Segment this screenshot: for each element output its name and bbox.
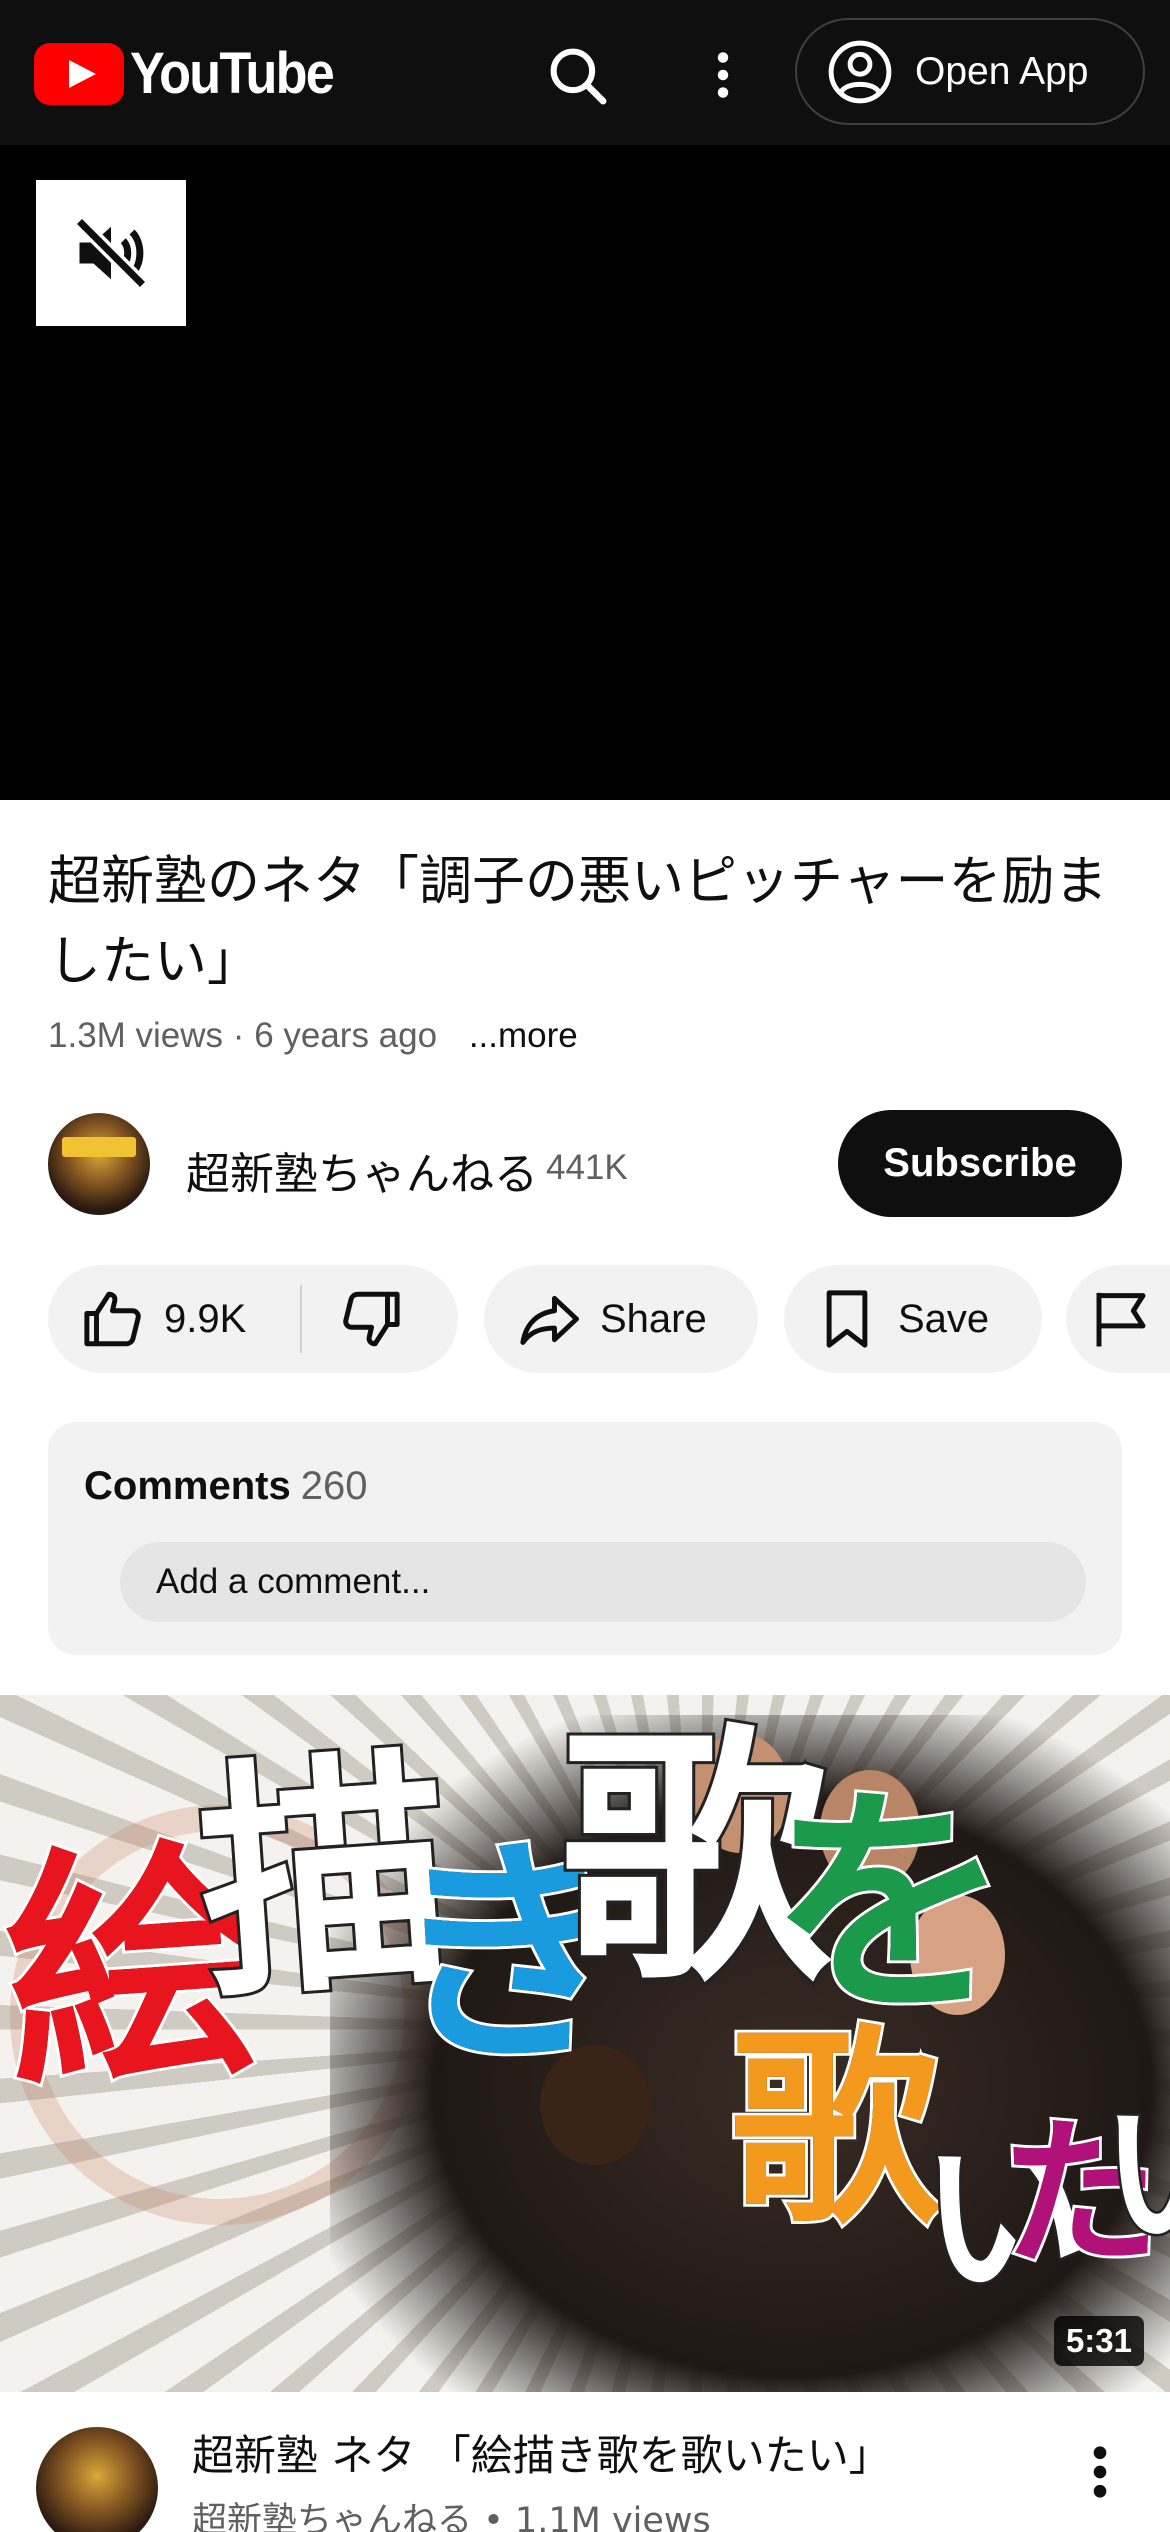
video-player[interactable] bbox=[0, 145, 1170, 800]
more-options-button[interactable] bbox=[678, 30, 768, 120]
comments-label: Comments bbox=[84, 1464, 291, 1508]
youtube-logo-text: YouTube bbox=[130, 41, 335, 106]
like-count: 9.9K bbox=[164, 1296, 247, 1341]
more-vert-icon bbox=[717, 52, 729, 98]
save-label: Save bbox=[898, 1296, 990, 1341]
open-app-label: Open App bbox=[915, 49, 1089, 93]
channel-avatar[interactable] bbox=[48, 1113, 150, 1215]
subscriber-count: 441K bbox=[546, 1148, 628, 1187]
share-icon bbox=[520, 1295, 579, 1345]
subscribe-button[interactable]: Subscribe bbox=[838, 1110, 1122, 1217]
share-label: Share bbox=[600, 1296, 707, 1341]
upload-age: 6 years ago bbox=[254, 1016, 438, 1055]
report-button[interactable] bbox=[1066, 1265, 1170, 1373]
more-vert-icon bbox=[1093, 2446, 1107, 2498]
save-button[interactable]: Save bbox=[784, 1265, 1042, 1373]
flag-icon bbox=[1096, 1292, 1146, 1347]
volume-off-icon bbox=[74, 216, 148, 290]
action-bar: 9.9K Share Save bbox=[48, 1265, 1170, 1373]
channel-row: 超新塾ちゃんねる 441K Subscribe bbox=[48, 1110, 1122, 1220]
comments-header: Comments 260 bbox=[84, 1464, 367, 1509]
like-button[interactable]: 9.9K bbox=[48, 1265, 246, 1373]
channel-name[interactable]: 超新塾ちゃんねる bbox=[186, 1138, 538, 1202]
description-more-link[interactable]: ...more bbox=[469, 1016, 578, 1055]
thumb-down-icon bbox=[343, 1291, 400, 1347]
next-video-views: 1.1M views bbox=[514, 2501, 711, 2532]
next-video-details[interactable]: 超新塾 ネタ 「絵描き歌を歌いたい」 超新塾ちゃんねる • 1.1M views bbox=[0, 2392, 1170, 2532]
comments-section[interactable]: Comments 260 Add a comment... bbox=[48, 1422, 1122, 1655]
open-app-button[interactable]: Open App bbox=[795, 18, 1145, 125]
account-circle-icon bbox=[828, 40, 892, 103]
top-app-bar: YouTube Open App bbox=[0, 0, 1170, 145]
youtube-logo-icon bbox=[34, 42, 124, 105]
thumbnail-char: い bbox=[1097, 2092, 1170, 2257]
add-comment-input[interactable]: Add a comment... bbox=[120, 1542, 1086, 1622]
youtube-logo[interactable]: YouTube bbox=[34, 40, 355, 107]
dislike-button[interactable] bbox=[338, 1286, 404, 1362]
search-button[interactable] bbox=[532, 30, 622, 120]
next-video-channel: 超新塾ちゃんねる bbox=[192, 2501, 473, 2532]
like-dislike-group: 9.9K bbox=[48, 1265, 458, 1373]
like-divider bbox=[300, 1285, 302, 1353]
next-video-channel-avatar[interactable] bbox=[36, 2427, 158, 2532]
next-video-meta-separator: • bbox=[483, 2501, 504, 2532]
unmute-button[interactable] bbox=[36, 180, 186, 326]
next-video-title[interactable]: 超新塾 ネタ 「絵描き歌を歌いたい」 bbox=[192, 2422, 891, 2483]
view-count: 1.3M views bbox=[48, 1016, 224, 1055]
thumbnail-char: 歌 bbox=[727, 2007, 943, 2252]
search-icon bbox=[550, 48, 607, 105]
next-video-meta: 超新塾ちゃんねる • 1.1M views bbox=[192, 2492, 711, 2532]
next-video-menu-button[interactable] bbox=[1080, 2432, 1120, 2512]
share-button[interactable]: Share bbox=[484, 1265, 758, 1373]
comments-count: 260 bbox=[300, 1464, 368, 1508]
bookmark-icon bbox=[826, 1290, 868, 1348]
meta-separator: · bbox=[232, 1016, 245, 1055]
video-meta[interactable]: 1.3M views · 6 years ago ...more bbox=[48, 1016, 578, 1056]
thumbnail-char: を bbox=[767, 1765, 1013, 2045]
next-video-thumbnail[interactable]: 絵 描 き 歌 を 歌 い た い 5:31 bbox=[0, 1695, 1170, 2392]
video-duration-badge: 5:31 bbox=[1053, 2316, 1144, 2366]
video-title[interactable]: 超新塾のネタ「調子の悪いピッチャーを励ましたい」 bbox=[48, 842, 1128, 1002]
thumb-up-icon bbox=[84, 1291, 141, 1347]
